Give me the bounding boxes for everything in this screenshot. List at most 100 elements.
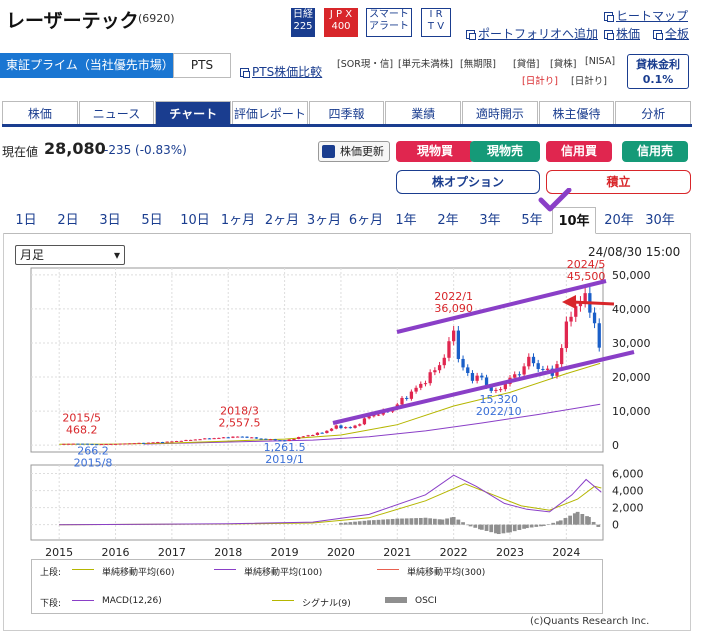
osci-bar — [591, 521, 596, 525]
candle-body — [66, 443, 71, 445]
candle-body — [137, 442, 141, 444]
candle-body — [142, 442, 146, 444]
candle-body — [226, 437, 230, 439]
candle-body — [470, 373, 475, 381]
price-annotation: 468.2 — [66, 424, 98, 437]
osci-bar — [428, 518, 433, 525]
candle-body — [259, 438, 263, 440]
candle-body — [517, 374, 522, 376]
osci-bar — [484, 524, 489, 531]
x-tick-label: 2017 — [158, 546, 186, 559]
candle-body — [250, 437, 254, 439]
legend-sma300-swatch — [377, 569, 399, 570]
candle-body — [334, 425, 338, 429]
candle-body — [498, 389, 503, 391]
candle-body — [339, 425, 343, 429]
arrow-icon — [571, 300, 615, 306]
x-tick-label: 2022 — [440, 546, 468, 559]
legend-sma60: 単純移動平均(60) — [102, 568, 175, 578]
candle-body — [362, 418, 367, 425]
upper-y-tick-label: 20,000 — [612, 371, 651, 384]
candle-body — [419, 383, 423, 388]
candle-body — [207, 438, 212, 440]
candle-body — [583, 293, 587, 302]
osci-bar — [386, 519, 390, 525]
x-tick-label: 2023 — [496, 546, 524, 559]
candle-body — [536, 363, 540, 369]
osci-bar — [357, 521, 362, 525]
osci-bar — [353, 521, 357, 525]
candle-body — [545, 368, 550, 370]
candle-body — [170, 441, 174, 443]
candle-body — [151, 442, 155, 444]
candle-body — [71, 443, 75, 445]
osci-bar — [563, 518, 568, 525]
candle-body — [118, 443, 122, 445]
osci-bar — [517, 524, 522, 530]
candle-body — [231, 436, 235, 438]
candle-body — [456, 330, 460, 359]
candle-body — [344, 427, 348, 429]
osci-bar — [381, 519, 386, 525]
legend-sma100: 単純移動平均(100) — [244, 568, 323, 578]
osci-bar — [546, 524, 551, 525]
lower-y-tick-label: 2,000 — [612, 502, 644, 515]
candle-body — [531, 356, 536, 364]
price-chart: 2015/5468.2266.22015/82018/32,557.51,261… — [30, 258, 651, 559]
candle-body — [592, 312, 597, 324]
candle-body — [428, 372, 432, 384]
upper-plot-frame — [30, 267, 604, 453]
osci-bar — [362, 520, 367, 525]
candle-body — [494, 389, 498, 391]
legend-signal: シグナル(9) — [302, 599, 351, 609]
osci-bar — [371, 520, 376, 525]
osci-bar — [367, 520, 372, 525]
osci-bar — [512, 524, 517, 532]
upper-y-tick-label: 30,000 — [612, 337, 651, 350]
upper-y-tick-label: 50,000 — [612, 269, 651, 282]
osci-bar — [551, 522, 556, 525]
x-tick-label: 2019 — [271, 546, 299, 559]
osci-bar — [508, 524, 512, 533]
candle-body — [123, 443, 127, 445]
candle-body — [212, 438, 216, 440]
candle-body — [329, 428, 334, 431]
candle-body — [433, 370, 437, 373]
price-annotation: 2015/8 — [74, 456, 113, 469]
candle-body — [376, 414, 381, 416]
candle-body — [447, 341, 451, 358]
osci-bar — [395, 518, 400, 525]
x-tick-label: 2021 — [383, 546, 411, 559]
osci-bar — [501, 524, 506, 534]
osci-bar — [451, 516, 456, 525]
candle-body — [62, 443, 66, 445]
candle-body — [527, 356, 531, 367]
candle-body — [405, 397, 409, 399]
osci-bar — [343, 522, 348, 525]
osci-bar — [496, 524, 501, 535]
upper-y-tick-label: 0 — [612, 439, 619, 452]
osci-bar — [575, 511, 580, 525]
candle-body — [198, 439, 202, 441]
legend-sma100-swatch — [214, 569, 236, 570]
osci-bar — [587, 516, 591, 525]
lower-plot-frame — [30, 464, 604, 541]
candle-body — [306, 435, 310, 437]
candle-body — [466, 367, 470, 374]
price-annotation: 2019/1 — [265, 453, 304, 466]
candle-body — [254, 437, 259, 439]
candle-body — [442, 357, 446, 366]
candle-body — [452, 330, 456, 342]
candle-body — [127, 443, 132, 445]
osci-bar — [414, 518, 418, 525]
candle-body — [437, 365, 442, 371]
osci-bar — [400, 518, 404, 525]
candle-body — [569, 316, 573, 322]
candle-body — [348, 427, 352, 429]
osci-bar — [596, 524, 601, 527]
candle-body — [541, 368, 545, 370]
osci-bar — [525, 524, 529, 529]
osci-bar — [479, 524, 484, 530]
x-tick-label: 2018 — [214, 546, 242, 559]
candle-body — [156, 442, 160, 444]
